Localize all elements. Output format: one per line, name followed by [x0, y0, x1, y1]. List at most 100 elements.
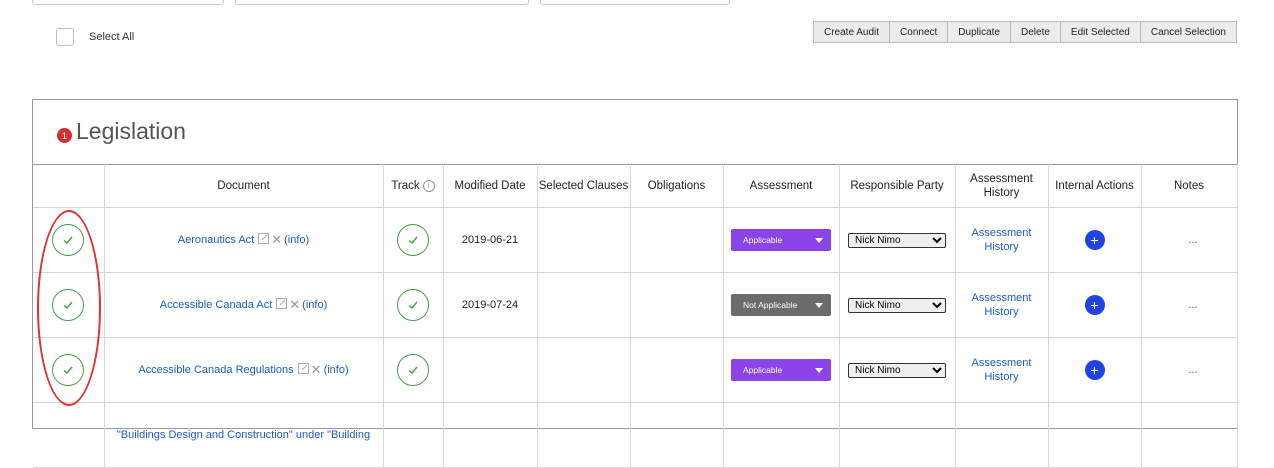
caret-down-icon: [815, 367, 823, 373]
track-cell[interactable]: [382, 207, 444, 273]
row-select-cell[interactable]: [33, 272, 105, 338]
document-link[interactable]: "Buildings Design and Construction" unde…: [117, 429, 370, 441]
section-title: Legislation: [76, 118, 186, 144]
responsible-party-select[interactable]: Nick Nimo: [848, 297, 946, 313]
create-audit-button[interactable]: Create Audit: [813, 21, 891, 43]
row-select-check-icon[interactable]: [52, 224, 85, 256]
header-assessment-history: Assessment History: [954, 164, 1049, 208]
assessment-dropdown[interactable]: Applicable: [731, 229, 831, 251]
bulk-action-toolbar: Create Audit Connect Duplicate Delete Ed…: [813, 21, 1237, 43]
select-all-label: Select All: [89, 31, 135, 43]
track-check-icon[interactable]: [397, 224, 429, 256]
header-responsible-party[interactable]: Responsible Party: [838, 164, 956, 208]
header-assessment[interactable]: Assessment: [722, 164, 840, 208]
header-selected-clauses[interactable]: Selected Clauses: [536, 164, 631, 208]
document-link[interactable]: Accessible Canada Act: [160, 299, 273, 311]
responsible-party-cell: Nick Nimo: [838, 337, 956, 403]
header-internal-actions: Internal Actions: [1047, 164, 1142, 208]
assessment-cell: Applicable: [722, 207, 840, 273]
selected-clauses-cell: [536, 272, 631, 338]
assessment-value: Applicable: [743, 365, 783, 375]
info-link[interactable]: (info): [324, 364, 349, 376]
responsible-party-cell: Nick Nimo: [838, 207, 956, 273]
table-header-row: Document Track i Modified Date Selected …: [33, 164, 1238, 208]
legislation-section: 1 Legislation Document Track i Modified …: [32, 99, 1238, 468]
selected-clauses-cell: [536, 207, 631, 273]
top-input-middle[interactable]: [235, 0, 529, 5]
notes-cell: [1140, 402, 1238, 468]
add-action-icon[interactable]: +: [1084, 295, 1105, 315]
track-cell[interactable]: [382, 337, 444, 403]
info-icon[interactable]: i: [422, 179, 435, 192]
track-cell[interactable]: [382, 272, 444, 338]
modified-date-cell: 2019-07-24: [442, 272, 538, 338]
assessment-history-cell: [954, 402, 1049, 468]
notes-cell[interactable]: ...: [1140, 337, 1238, 403]
select-all-checkbox[interactable]: [56, 28, 74, 46]
select-all[interactable]: Select All: [56, 28, 134, 46]
assessment-history-link[interactable]: Assessment History: [972, 357, 1032, 383]
document-cell: "Buildings Design and Construction" unde…: [103, 402, 384, 468]
notes-cell[interactable]: ...: [1140, 207, 1238, 273]
edit-icon[interactable]: [297, 363, 309, 374]
assessment-dropdown[interactable]: Applicable: [731, 359, 831, 381]
legislation-table: Document Track i Modified Date Selected …: [33, 164, 1238, 468]
selected-clauses-cell: [536, 337, 631, 403]
duplicate-button[interactable]: Duplicate: [947, 21, 1011, 43]
document-link[interactable]: Aeronautics Act: [178, 234, 254, 246]
internal-actions-cell: [1047, 402, 1142, 468]
responsible-party-select[interactable]: Nick Nimo: [848, 362, 946, 378]
document-link[interactable]: Accessible Canada Regulations: [138, 364, 293, 376]
row-select-cell[interactable]: [33, 402, 105, 468]
responsible-party-cell: [838, 402, 956, 468]
add-action-icon[interactable]: +: [1084, 360, 1105, 380]
assessment-dropdown[interactable]: Not Applicable: [731, 294, 831, 316]
header-modified-date[interactable]: Modified Date: [442, 164, 538, 208]
info-link[interactable]: (info): [302, 299, 327, 311]
assessment-value: Not Applicable: [743, 300, 798, 310]
row-select-check-icon[interactable]: [52, 354, 85, 386]
top-input-left[interactable]: [32, 0, 224, 5]
document-cell: Aeronautics Act ✕ (info): [103, 207, 384, 273]
caret-down-icon: [815, 302, 823, 308]
top-input-right[interactable]: [540, 0, 730, 5]
remove-icon[interactable]: ✕: [271, 232, 282, 248]
row-select-cell[interactable]: [33, 207, 105, 273]
add-action-icon[interactable]: +: [1084, 230, 1105, 250]
header-track-label: Track: [391, 179, 420, 192]
remove-icon[interactable]: ✕: [289, 297, 300, 313]
track-check-icon[interactable]: [397, 354, 429, 386]
cancel-selection-button[interactable]: Cancel Selection: [1139, 21, 1237, 43]
assessment-history-cell: Assessment History: [954, 272, 1049, 338]
modified-date-cell: [442, 402, 538, 468]
assessment-cell: Applicable: [722, 337, 840, 403]
header-obligations[interactable]: Obligations: [629, 164, 724, 208]
table-row: Aeronautics Act ✕ (info) 2019-06-21 Applica…: [33, 207, 1238, 273]
remove-icon[interactable]: ✕: [311, 362, 322, 378]
info-link[interactable]: (info): [284, 234, 309, 246]
track-cell[interactable]: [382, 402, 444, 468]
obligations-cell: [629, 402, 724, 468]
connect-button[interactable]: Connect: [889, 21, 949, 43]
assessment-history-cell: Assessment History: [954, 337, 1049, 403]
edit-selected-button[interactable]: Edit Selected: [1059, 21, 1141, 43]
modified-date-cell: [442, 337, 538, 403]
row-select-cell[interactable]: [33, 337, 105, 403]
track-check-icon[interactable]: [397, 289, 429, 321]
table-row: "Buildings Design and Construction" unde…: [33, 402, 1238, 468]
assessment-history-link[interactable]: Assessment History: [972, 292, 1032, 318]
header-document[interactable]: Document: [103, 164, 384, 208]
assessment-cell: [722, 402, 840, 468]
edit-icon[interactable]: [276, 298, 288, 309]
assessment-history-link[interactable]: Assessment History: [972, 227, 1032, 253]
table-row: Accessible Canada Act ✕ (info) 2019-07-24 N…: [33, 272, 1238, 338]
edit-icon[interactable]: [258, 233, 270, 244]
delete-button[interactable]: Delete: [1010, 21, 1061, 43]
header-track[interactable]: Track i: [382, 164, 444, 208]
responsible-party-select[interactable]: Nick Nimo: [848, 232, 946, 248]
document-cell: Accessible Canada Act ✕ (info): [103, 272, 384, 338]
document-cell: Accessible Canada Regulations ✕ (info): [103, 337, 384, 403]
row-select-check-icon[interactable]: [52, 289, 85, 321]
assessment-value: Applicable: [743, 235, 783, 245]
notes-cell[interactable]: ...: [1140, 272, 1238, 338]
